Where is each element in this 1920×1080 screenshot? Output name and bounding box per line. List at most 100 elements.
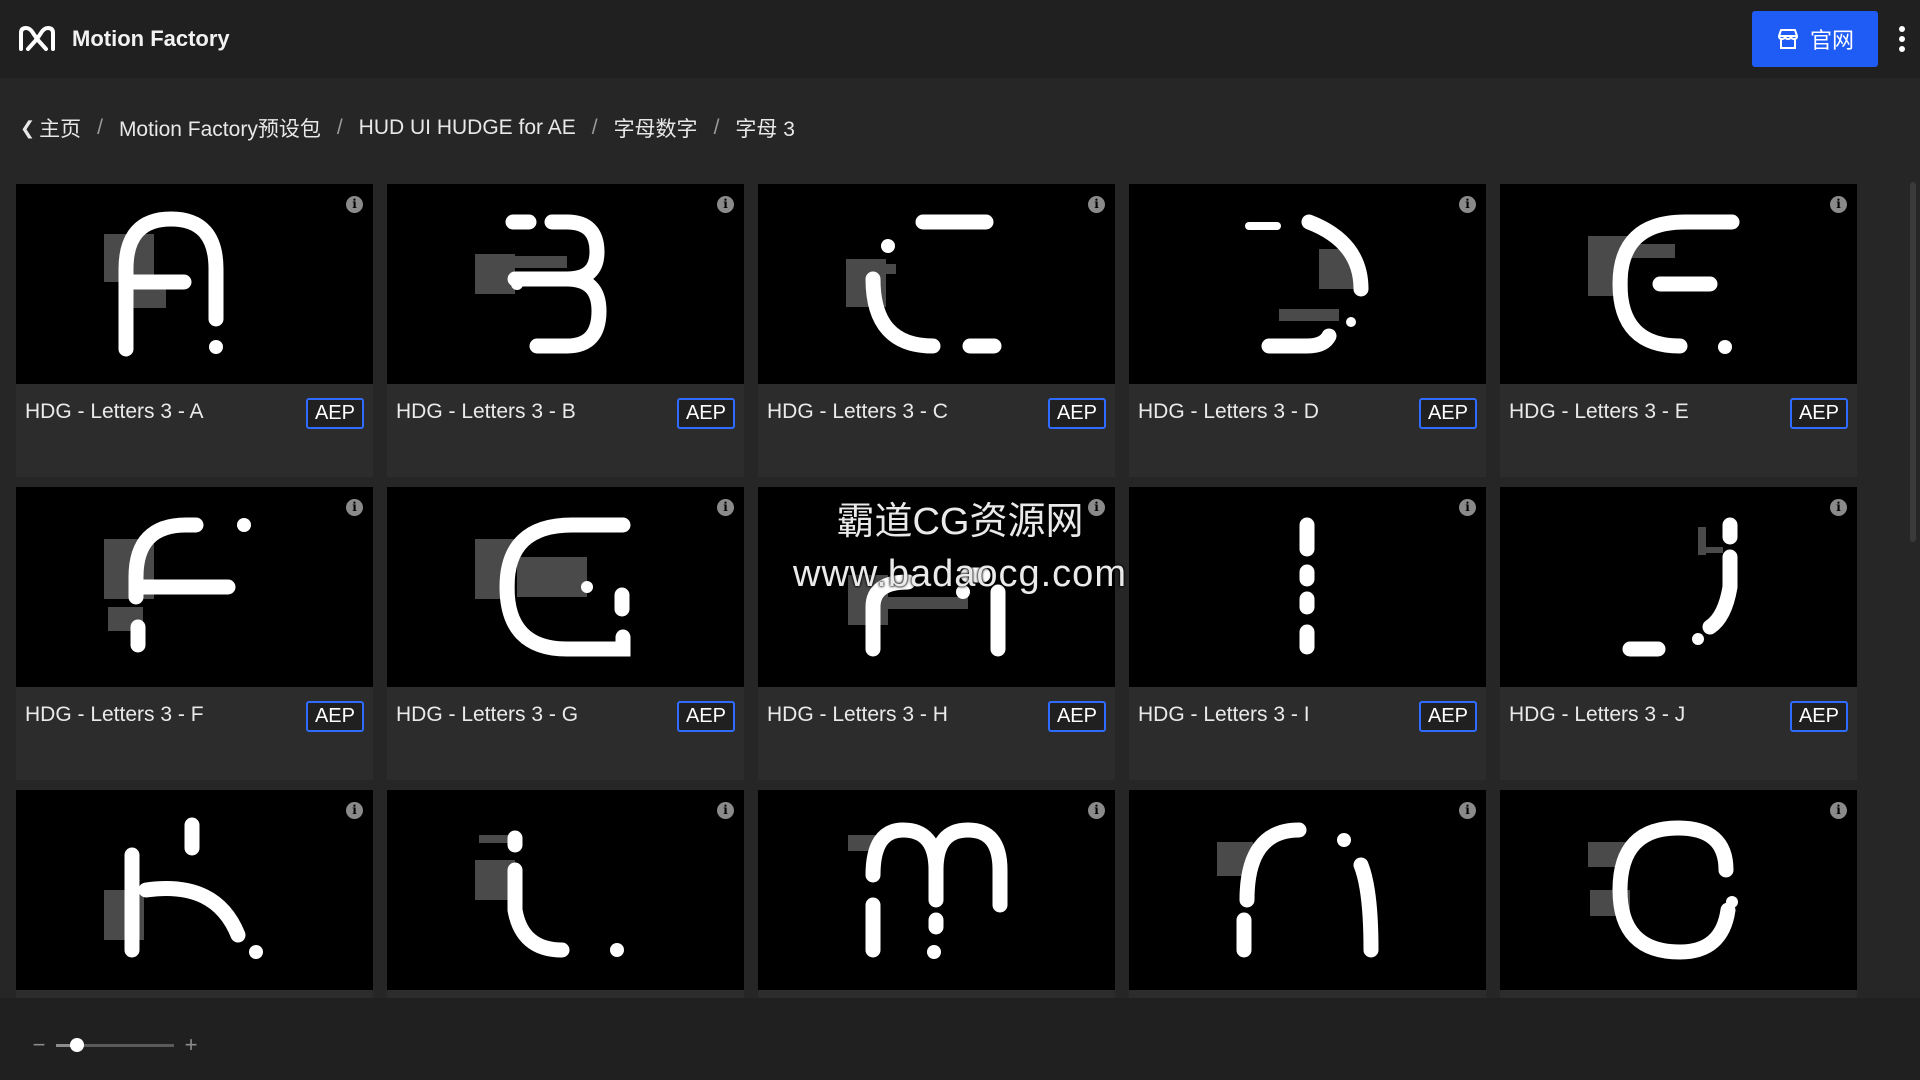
format-badge: AEP bbox=[1418, 701, 1477, 732]
preset-thumbnail[interactable] bbox=[1500, 790, 1857, 990]
preset-card[interactable]: i HDG - Letters 3 - D AEP bbox=[1129, 184, 1486, 477]
info-icon[interactable]: i bbox=[346, 802, 363, 819]
preset-thumbnail[interactable] bbox=[1500, 487, 1857, 687]
scrollbar[interactable] bbox=[1910, 182, 1916, 542]
preset-thumbnail[interactable] bbox=[758, 184, 1115, 384]
preset-title: HDG - Letters 3 - H bbox=[767, 703, 948, 726]
letter-preview-image bbox=[848, 822, 1008, 959]
mf-logo-icon[interactable] bbox=[18, 25, 56, 53]
format-badge: AEP bbox=[1789, 701, 1848, 732]
format-badge: AEP bbox=[1047, 701, 1106, 732]
preset-thumbnail[interactable] bbox=[1500, 184, 1857, 384]
preset-title: HDG - Letters 3 - F bbox=[25, 703, 204, 726]
preset-thumbnail[interactable] bbox=[16, 487, 373, 687]
preset-thumbnail[interactable] bbox=[1129, 487, 1486, 687]
letter-preview-image bbox=[1622, 517, 1738, 657]
preset-title: HDG - Letters 3 - C bbox=[767, 400, 948, 423]
info-icon[interactable]: i bbox=[1459, 802, 1476, 819]
preset-card[interactable]: i bbox=[1500, 790, 1857, 998]
preset-thumbnail[interactable] bbox=[1129, 184, 1486, 384]
preset-card[interactable]: i bbox=[387, 790, 744, 998]
info-icon[interactable]: i bbox=[1088, 499, 1105, 516]
preset-card[interactable]: i bbox=[16, 790, 373, 998]
official-site-label: 官网 bbox=[1809, 28, 1854, 53]
zoom-handle[interactable] bbox=[70, 1037, 85, 1052]
zoom-slider: − + bbox=[30, 1032, 200, 1058]
official-site-button[interactable]: 官网 bbox=[1752, 11, 1878, 67]
preset-thumbnail[interactable] bbox=[16, 790, 373, 990]
preset-card[interactable]: i HDG - Letters 3 - F AEP bbox=[16, 487, 373, 780]
info-icon[interactable]: i bbox=[1088, 802, 1105, 819]
preset-title: HDG - Letters 3 - A bbox=[25, 400, 204, 423]
breadcrumb: ❮ 主页 / Motion Factory预设包 / HUD UI HUDGE … bbox=[20, 110, 795, 146]
info-icon[interactable]: i bbox=[1088, 196, 1105, 213]
letter-preview-image bbox=[475, 214, 607, 354]
zoom-out-button[interactable]: − bbox=[30, 1032, 48, 1058]
preset-title: HDG - Letters 3 - B bbox=[396, 400, 576, 423]
bottom-bar bbox=[0, 998, 1920, 1080]
preset-thumbnail[interactable] bbox=[758, 790, 1115, 990]
breadcrumb-alphanumeric[interactable]: 字母数字 bbox=[614, 113, 698, 143]
letter-preview-image bbox=[475, 517, 631, 657]
letter-preview-image bbox=[104, 211, 224, 357]
letter-preview-image bbox=[846, 214, 1002, 354]
preset-card[interactable]: i HDG - Letters 3 - H AEP bbox=[758, 487, 1115, 780]
preset-title: HDG - Letters 3 - G bbox=[396, 703, 579, 726]
zoom-track[interactable] bbox=[56, 1037, 174, 1052]
preset-card[interactable]: i HDG - Letters 3 - A AEP bbox=[16, 184, 373, 477]
info-icon[interactable]: i bbox=[346, 499, 363, 516]
preset-thumbnail[interactable] bbox=[1129, 790, 1486, 990]
letter-preview-image bbox=[1588, 214, 1740, 354]
format-badge: AEP bbox=[1047, 398, 1106, 429]
info-icon[interactable]: i bbox=[1830, 196, 1847, 213]
preset-title: HDG - Letters 3 - J bbox=[1509, 703, 1686, 726]
preset-card[interactable]: i HDG - Letters 3 - B AEP bbox=[387, 184, 744, 477]
preset-card[interactable]: i HDG - Letters 3 - I AEP bbox=[1129, 487, 1486, 780]
info-icon[interactable]: i bbox=[1830, 802, 1847, 819]
breadcrumb-home[interactable]: 主页 bbox=[39, 113, 81, 143]
info-icon[interactable]: i bbox=[1459, 499, 1476, 516]
zoom-in-button[interactable]: + bbox=[182, 1032, 200, 1058]
format-badge: AEP bbox=[1418, 398, 1477, 429]
preset-card[interactable]: i bbox=[758, 790, 1115, 998]
preset-thumbnail[interactable] bbox=[758, 487, 1115, 687]
letter-preview-image bbox=[104, 817, 263, 959]
letter-preview-image bbox=[1588, 820, 1738, 960]
breadcrumb-separator: / bbox=[97, 116, 103, 139]
store-icon bbox=[1777, 29, 1798, 49]
info-icon[interactable]: i bbox=[1830, 499, 1847, 516]
format-badge: AEP bbox=[305, 701, 364, 732]
info-icon[interactable]: i bbox=[1459, 196, 1476, 213]
letter-preview-image bbox=[848, 567, 1006, 657]
format-badge: AEP bbox=[676, 398, 735, 429]
preset-card[interactable]: i HDG - Letters 3 - E AEP bbox=[1500, 184, 1857, 477]
preset-thumbnail[interactable] bbox=[387, 790, 744, 990]
app-window: Motion Factory 官网 ❮ 主页 / Motion Factory预… bbox=[0, 0, 1920, 1080]
preset-grid: i HDG - Letters 3 - A AEP i HDG - Letters 3… bbox=[16, 184, 1859, 998]
preset-card[interactable]: i bbox=[1129, 790, 1486, 998]
breadcrumb-preset-pack[interactable]: Motion Factory预设包 bbox=[119, 113, 321, 143]
info-icon[interactable]: i bbox=[717, 196, 734, 213]
chevron-left-icon[interactable]: ❮ bbox=[20, 118, 35, 139]
info-icon[interactable]: i bbox=[717, 499, 734, 516]
letter-preview-image bbox=[104, 517, 251, 653]
preset-title: HDG - Letters 3 - E bbox=[1509, 400, 1689, 423]
preset-card[interactable]: i HDG - Letters 3 - G AEP bbox=[387, 487, 744, 780]
breadcrumb-separator: / bbox=[713, 116, 720, 139]
breadcrumb-separator: / bbox=[591, 116, 598, 139]
breadcrumb-separator: / bbox=[336, 116, 343, 139]
more-vertical-icon[interactable] bbox=[1898, 26, 1906, 52]
preset-card[interactable]: i HDG - Letters 3 - J AEP bbox=[1500, 487, 1857, 780]
app-title: Motion Factory bbox=[72, 26, 230, 51]
preset-thumbnail[interactable] bbox=[16, 184, 373, 384]
preset-title: HDG - Letters 3 - D bbox=[1138, 400, 1319, 423]
breadcrumb-hud-pack[interactable]: HUD UI HUDGE for AE bbox=[359, 116, 576, 140]
preset-thumbnail[interactable] bbox=[387, 184, 744, 384]
preset-thumbnail[interactable] bbox=[387, 487, 744, 687]
preset-card[interactable]: i HDG - Letters 3 - C AEP bbox=[758, 184, 1115, 477]
preset-title: HDG - Letters 3 - I bbox=[1138, 703, 1310, 726]
info-icon[interactable]: i bbox=[346, 196, 363, 213]
letter-preview-image bbox=[1217, 822, 1379, 958]
breadcrumb-current: 字母 3 bbox=[735, 118, 795, 141]
info-icon[interactable]: i bbox=[717, 802, 734, 819]
